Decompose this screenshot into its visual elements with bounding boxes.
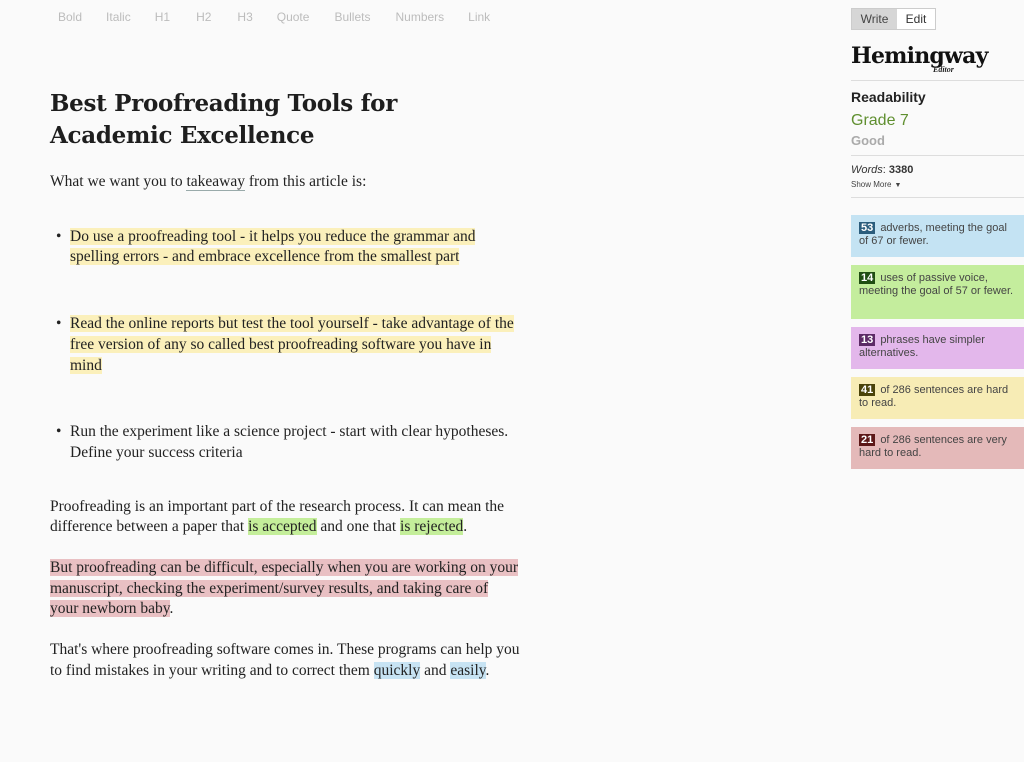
show-more-label: Show More	[851, 180, 892, 189]
logo-title: Hemingway	[851, 43, 988, 69]
passive-count-badge: 14	[859, 272, 876, 284]
write-mode-button[interactable]: Write	[852, 9, 897, 29]
hemingway-editor-page: Bold Italic H1 H2 H3 Quote Bullets Numbe…	[0, 0, 1024, 762]
edit-mode-button[interactable]: Edit	[897, 9, 935, 29]
simpler-phrases-card: 13 phrases have simpler alternatives.	[851, 327, 1024, 369]
hemingway-logo: Hemingway Editor	[851, 43, 1024, 77]
very-hard-count-badge: 21	[859, 434, 876, 446]
h2-button[interactable]: H2	[196, 10, 211, 24]
list-item: Do use a proofreading tool - it helps yo…	[50, 227, 520, 268]
adverbs-count-badge: 53	[859, 222, 876, 234]
grade-description: Good	[851, 133, 885, 148]
flagged-word: takeaway	[186, 173, 245, 191]
passive-voice-card: 14 uses of passive voice, meeting the go…	[851, 265, 1024, 319]
passive-voice-highlight: is accepted	[248, 518, 317, 536]
hard-sentences-card: 41 of 286 sentences are hard to read.	[851, 377, 1024, 419]
grade-level: Grade 7	[851, 112, 909, 129]
very-hard-card-text: of 286 sentences are very hard to read.	[859, 434, 1007, 459]
numbers-button[interactable]: Numbers	[395, 10, 444, 24]
feedback-cards: 53 adverbs, meeting the goal of 67 or fe…	[851, 215, 1024, 469]
word-count: Words: 3380	[851, 164, 914, 176]
paragraph: But proofreading can be difficult, espec…	[50, 558, 520, 620]
divider	[851, 155, 1024, 156]
paragraph: That's where proofreading software comes…	[50, 640, 520, 681]
word-count-label: Words	[851, 164, 883, 176]
italic-button[interactable]: Italic	[106, 10, 131, 24]
show-more-button[interactable]: Show More ▼	[851, 180, 1024, 189]
adverb-highlight: quickly	[373, 661, 421, 679]
hard-count-badge: 41	[859, 384, 876, 396]
phrases-card-text: phrases have simpler alternatives.	[859, 334, 985, 359]
intro-paragraph: What we want you to takeaway from this a…	[50, 172, 520, 193]
intro-text-after: from this article is:	[244, 173, 367, 190]
paragraph-text: .	[169, 600, 174, 618]
divider	[851, 80, 1024, 81]
list-item-text: Run the experiment like a science projec…	[70, 423, 509, 461]
paragraph-text: and one that	[316, 518, 401, 536]
adverb-highlight: easily	[450, 661, 486, 679]
h1-button[interactable]: H1	[155, 10, 170, 24]
passive-voice-highlight: is rejected	[400, 518, 464, 536]
h3-button[interactable]: H3	[237, 10, 252, 24]
very-hard-sentence-highlight: But proofreading can be difficult, espec…	[50, 559, 519, 618]
passive-card-text: uses of passive voice, meeting the goal …	[859, 272, 1014, 297]
paragraph-text: .	[485, 661, 490, 679]
list-item: Read the online reports but test the too…	[50, 314, 520, 376]
paragraph: Proofreading is an important part of the…	[50, 497, 520, 538]
paragraph-text: .	[463, 518, 468, 536]
readability-label: Readability	[851, 89, 926, 105]
divider	[851, 197, 1024, 198]
hard-sentence-highlight: Do use a proofreading tool - it helps yo…	[70, 227, 476, 266]
editor-area[interactable]: Best Proofreading Tools for Academic Exc…	[50, 88, 520, 682]
bullets-button[interactable]: Bullets	[334, 10, 370, 24]
takeaway-list: Do use a proofreading tool - it helps yo…	[50, 227, 520, 464]
caret-down-icon: ▼	[894, 182, 902, 189]
bold-button[interactable]: Bold	[58, 10, 82, 24]
list-item: Run the experiment like a science projec…	[50, 422, 520, 463]
document-title: Best Proofreading Tools for Academic Exc…	[50, 90, 398, 149]
hard-card-text: of 286 sentences are hard to read.	[859, 384, 1009, 409]
mode-toggle: Write Edit	[851, 8, 936, 30]
stats-sidebar: Write Edit Hemingway Editor Readability …	[851, 8, 1024, 477]
adverbs-card: 53 adverbs, meeting the goal of 67 or fe…	[851, 215, 1024, 257]
logo-subtitle: Editor	[933, 65, 954, 74]
paragraph-text: and	[420, 661, 451, 679]
hard-sentence-highlight: Read the online reports but test the too…	[70, 315, 514, 374]
word-count-value: 3380	[888, 164, 914, 176]
very-hard-sentences-card: 21 of 286 sentences are very hard to rea…	[851, 427, 1024, 469]
intro-text-before: What we want you to	[50, 173, 187, 190]
link-button[interactable]: Link	[468, 10, 490, 24]
quote-button[interactable]: Quote	[277, 10, 310, 24]
formatting-toolbar: Bold Italic H1 H2 H3 Quote Bullets Numbe…	[58, 10, 490, 24]
phrases-count-badge: 13	[859, 334, 876, 346]
adverbs-card-text: adverbs, meeting the goal of 67 or fewer…	[859, 222, 1007, 247]
